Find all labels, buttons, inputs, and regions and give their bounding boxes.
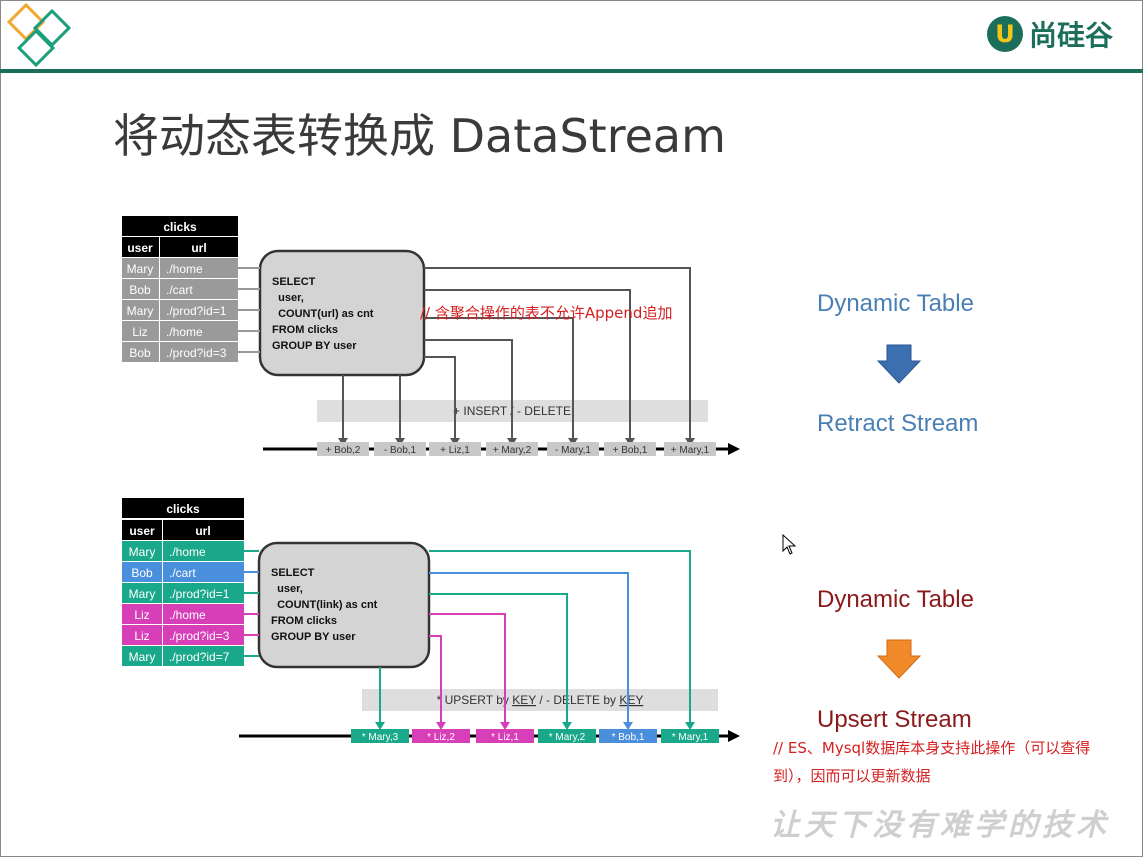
event-label: * Liz,2 (427, 732, 455, 743)
dynamic-table-label: Dynamic Table (817, 586, 974, 613)
upsert-annotation-line1: // ES、Mysql数据库本身支持此操作（可以查得 (773, 739, 1091, 757)
cell-user: Bob (131, 566, 153, 580)
sql-line: COUNT(link) as cnt (271, 599, 378, 611)
cell-url: ./home (169, 545, 206, 559)
cell-url: ./prod?id=1 (169, 587, 230, 601)
column-header-url: url (195, 524, 210, 538)
watermark: 让天下没有难学的技术 (770, 808, 1110, 843)
event-label: * Bob,1 (612, 732, 645, 743)
cell-url: ./prod?id=3 (169, 629, 230, 643)
cell-user: Mary (129, 587, 156, 601)
upsert-annotation-line2: 到），因而可以更新数据 (773, 767, 931, 785)
cursor-icon (782, 534, 797, 555)
retract-stream-label: Retract Stream (817, 410, 979, 437)
event-label: * Liz,1 (491, 732, 519, 743)
cell-user: Liz (134, 629, 149, 643)
down-arrow-icon (876, 344, 922, 384)
down-arrow-icon (876, 639, 922, 679)
cell-user: Mary (129, 650, 156, 664)
dynamic-table-label: Dynamic Table (817, 290, 974, 317)
sql-line: user, (271, 583, 303, 595)
event-label: * Mary,1 (672, 732, 709, 743)
append-annotation: // 含聚合操作的表不允许Append追加 (420, 304, 673, 322)
event-label: * Mary,2 (549, 732, 586, 743)
upsert-stream-label: Upsert Stream (817, 706, 972, 733)
cell-url: ./cart (169, 566, 196, 580)
column-header-user: user (129, 524, 155, 538)
table-title: clicks (166, 502, 200, 516)
cell-url: ./prod?id=7 (169, 650, 230, 664)
sql-line: SELECT (271, 567, 315, 579)
cell-user: Mary (129, 545, 156, 559)
sql-line: FROM clicks (271, 615, 337, 627)
cell-url: ./home (169, 608, 206, 622)
event-label: * Mary,3 (362, 732, 399, 743)
op-bar-label: * UPSERT by KEY / - DELETE by KEY (437, 693, 644, 707)
cell-user: Liz (134, 608, 149, 622)
sql-line: GROUP BY user (271, 631, 356, 643)
